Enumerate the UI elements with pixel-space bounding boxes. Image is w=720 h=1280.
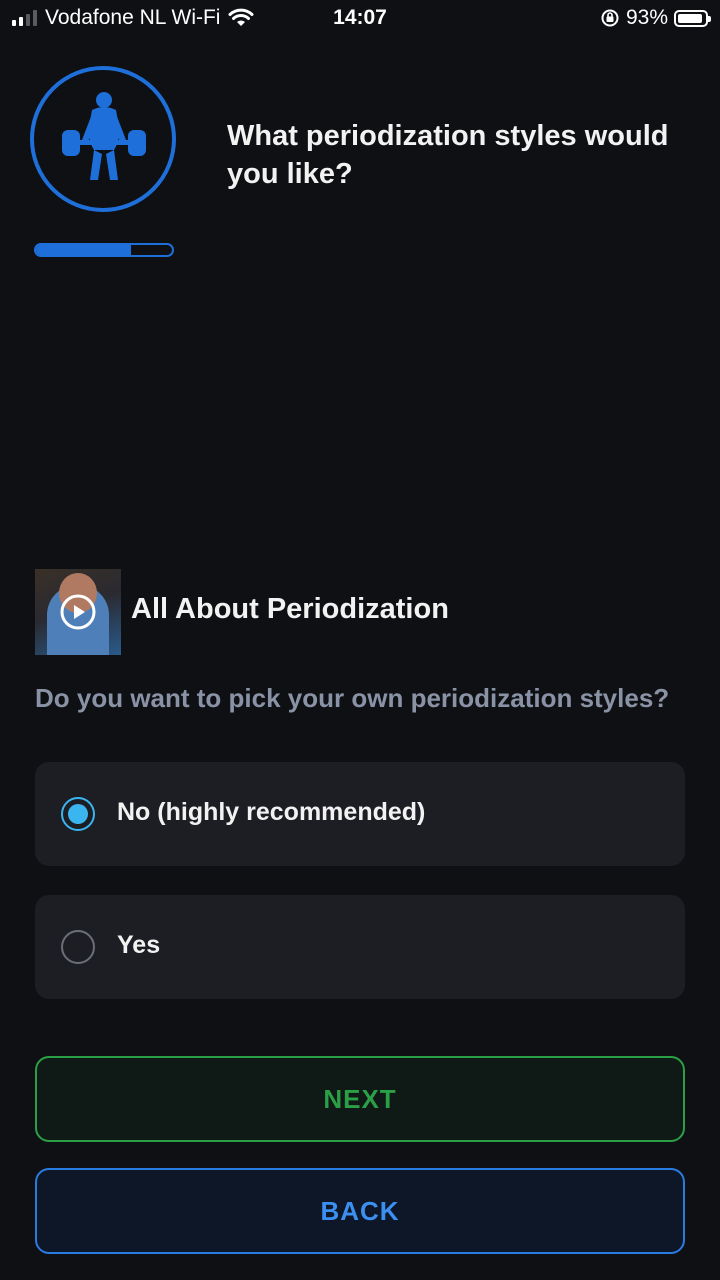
radio-no[interactable] [61,797,95,831]
screen: Vodafone NL Wi-Fi 14:07 93% What periodi… [0,0,720,1280]
progress-fill [36,245,132,255]
weightlifter-icon [30,66,176,212]
page-title: What periodization styles would you like… [227,120,669,190]
radio-yes[interactable] [61,930,95,964]
battery-icon [674,9,711,27]
option-no-label: No (highly recommended) [117,798,426,826]
back-button[interactable]: BACK [35,1168,685,1254]
orientation-lock-icon [601,9,619,27]
option-yes-label: Yes [117,931,161,959]
status-bar: Vodafone NL Wi-Fi 14:07 93% [0,0,720,38]
status-bar-right: 93% [600,6,711,30]
video-title[interactable]: All About Periodization [131,593,449,626]
question-text: Do you want to pick your own periodizati… [35,683,670,713]
video-thumbnail[interactable] [35,569,121,655]
next-button[interactable]: NEXT [35,1056,685,1142]
option-yes[interactable]: Yes [35,895,685,999]
progress-bar [34,243,174,257]
play-icon[interactable] [60,594,96,630]
option-no[interactable]: No (highly recommended) [35,762,685,866]
battery-percent: 93% [625,6,668,29]
